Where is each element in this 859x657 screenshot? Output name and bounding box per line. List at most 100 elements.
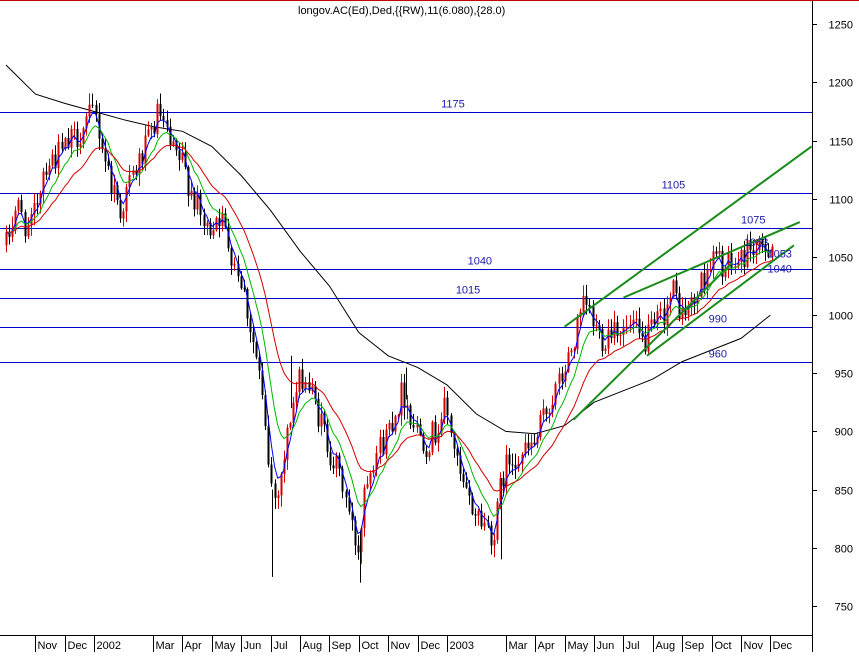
candle-body bbox=[474, 514, 477, 516]
x-tick-label-Jun: Jun bbox=[244, 640, 262, 652]
candle-body bbox=[718, 250, 721, 254]
x-tick-label-Apr: Apr bbox=[538, 640, 555, 652]
candle-body bbox=[172, 141, 175, 146]
candle-body bbox=[650, 319, 653, 325]
candle-body bbox=[233, 263, 236, 266]
candle-body bbox=[230, 248, 233, 266]
y-tick-label-1050: 1050 bbox=[829, 253, 853, 265]
candle-body bbox=[280, 474, 283, 496]
candle-body bbox=[659, 308, 662, 312]
plot-area bbox=[0, 1, 812, 635]
candle-body bbox=[493, 539, 496, 546]
candle-body bbox=[212, 230, 215, 236]
candle-body bbox=[585, 295, 588, 305]
candle-body bbox=[635, 318, 638, 320]
candle-body bbox=[477, 511, 480, 516]
y-tick-label-850: 850 bbox=[835, 486, 853, 498]
x-tick-label-Oct: Oct bbox=[362, 640, 379, 652]
candle-body bbox=[76, 129, 79, 147]
candle-body bbox=[255, 342, 258, 358]
candle-body bbox=[162, 116, 165, 121]
candle-body bbox=[252, 332, 255, 343]
level-label-1040: 1040 bbox=[468, 256, 492, 268]
x-tick-label-Sep: Sep bbox=[685, 640, 705, 652]
y-tick-label-1000: 1000 bbox=[829, 311, 853, 323]
candle-body bbox=[73, 129, 76, 131]
candle-body bbox=[675, 280, 678, 294]
x-tick-label-May: May bbox=[215, 640, 236, 652]
candle-body bbox=[5, 231, 8, 246]
y-tick-label-1100: 1100 bbox=[829, 195, 853, 207]
candle-body bbox=[203, 215, 206, 227]
candle-body bbox=[45, 171, 48, 175]
candle-body bbox=[425, 451, 428, 457]
candle-body bbox=[542, 408, 545, 416]
x-tick-label-Aug: Aug bbox=[656, 640, 676, 652]
candle-body bbox=[666, 304, 669, 326]
candle-body bbox=[206, 222, 209, 227]
x-tick-label-Dec: Dec bbox=[68, 640, 88, 652]
x-tick-label-2002: 2002 bbox=[97, 640, 121, 652]
candle-body bbox=[17, 200, 20, 211]
y-tick-label-900: 900 bbox=[835, 427, 853, 439]
x-axis-layer: Nov Dec 2002 Mar Apr May Jun Jul Aug Sep Oct Nov Dec… bbox=[35, 635, 793, 652]
candle-body bbox=[20, 200, 23, 213]
candle-body bbox=[329, 451, 332, 466]
candle-body bbox=[320, 414, 323, 427]
candle-body bbox=[561, 373, 564, 382]
candle-body bbox=[178, 150, 181, 160]
candle-body bbox=[715, 251, 718, 254]
x-tick-label-Nov: Nov bbox=[38, 640, 58, 652]
candle-body bbox=[548, 412, 551, 415]
candle-body bbox=[295, 392, 298, 403]
candle-body bbox=[147, 129, 150, 136]
candle-body bbox=[490, 525, 493, 546]
candle-body bbox=[270, 464, 273, 484]
candle-body bbox=[443, 397, 446, 420]
candle-body bbox=[625, 326, 628, 329]
candle-body bbox=[511, 464, 514, 466]
candle-body bbox=[394, 416, 397, 432]
x-tick-label-Jun: Jun bbox=[597, 640, 615, 652]
chart-svg: 1175 1105 1075 1040 1015 990 960 10631053 1040 7… bbox=[0, 0, 859, 652]
candle-body bbox=[267, 426, 270, 465]
candle-body bbox=[588, 304, 591, 307]
candle-body bbox=[150, 127, 153, 130]
x-tick-label-Jul: Jul bbox=[626, 640, 640, 652]
candle-body bbox=[79, 144, 82, 147]
y-tick-label-750: 750 bbox=[835, 602, 853, 614]
level-label-1105: 1105 bbox=[662, 180, 686, 192]
candle-body bbox=[613, 322, 616, 339]
x-tick-label-Nov: Nov bbox=[744, 640, 764, 652]
candle-body bbox=[653, 319, 656, 324]
candle-body bbox=[57, 141, 60, 169]
candle-body bbox=[582, 295, 585, 312]
candle-body bbox=[412, 424, 415, 428]
candle-body bbox=[672, 280, 675, 298]
candle-body bbox=[138, 153, 141, 175]
candle-body bbox=[193, 190, 196, 210]
chart-root: 1175 1105 1075 1040 1015 990 960 1063 1053 1040 7… bbox=[0, 0, 859, 652]
candle-body bbox=[190, 190, 193, 196]
candle-body bbox=[249, 318, 252, 333]
y-axis-layer: 750 800 850 900 950 1000 1050 1100 1150 1200 1250 bbox=[812, 20, 853, 614]
level-label-1015: 1015 bbox=[456, 285, 480, 297]
level-label-1175: 1175 bbox=[441, 99, 465, 111]
small-label-1053: 1053 bbox=[767, 248, 791, 260]
candle-body bbox=[335, 455, 338, 469]
y-tick-label-1250: 1250 bbox=[829, 20, 853, 32]
candle-body bbox=[366, 483, 369, 488]
candle-body bbox=[122, 211, 125, 219]
y-tick-label-1150: 1150 bbox=[829, 137, 853, 149]
level-label-960: 960 bbox=[709, 349, 727, 361]
candle-body bbox=[403, 382, 406, 409]
candle-body bbox=[428, 452, 431, 457]
x-tick-label-Apr: Apr bbox=[185, 640, 202, 652]
x-tick-label-Mar: Mar bbox=[156, 640, 175, 652]
candle-body bbox=[369, 473, 372, 484]
candle-body bbox=[36, 203, 39, 205]
candle-body bbox=[357, 545, 360, 553]
candle-body bbox=[533, 442, 536, 445]
x-tick-label-2003: 2003 bbox=[450, 640, 474, 652]
small-label-1040: 1040 bbox=[767, 264, 791, 276]
